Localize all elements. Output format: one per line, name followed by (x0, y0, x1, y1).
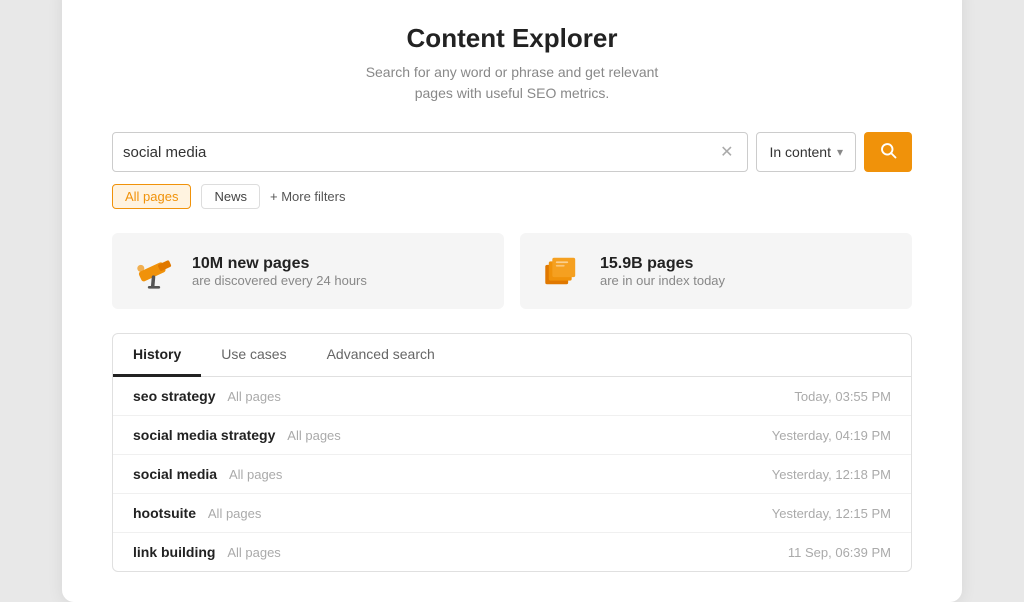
history-item[interactable]: social media All pages Yesterday, 12:18 … (113, 455, 911, 494)
telescope-icon (132, 249, 176, 293)
stat-index-pages: 15.9B pages are in our index today (520, 233, 912, 309)
search-icon (879, 141, 897, 164)
history-term: social media strategy (133, 427, 275, 443)
history-scope: All pages (208, 506, 261, 521)
history-scope: All pages (229, 467, 282, 482)
history-item[interactable]: seo strategy All pages Today, 03:55 PM (113, 377, 911, 416)
tabs-section: History Use cases Advanced search seo st… (112, 333, 912, 572)
stat-new-pages: 10M new pages are discovered every 24 ho… (112, 233, 504, 309)
history-list: seo strategy All pages Today, 03:55 PM s… (113, 377, 911, 571)
search-row: ✕ In content ▾ (112, 132, 912, 172)
history-term: social media (133, 466, 217, 482)
main-card: Content Explorer Search for any word or … (62, 0, 962, 602)
filter-all-pages[interactable]: All pages (112, 184, 191, 209)
history-item[interactable]: social media strategy All pages Yesterda… (113, 416, 911, 455)
tab-use-cases[interactable]: Use cases (201, 334, 306, 377)
tabs-header: History Use cases Advanced search (113, 334, 911, 377)
history-term: link building (133, 544, 215, 560)
clear-icon[interactable]: ✕ (716, 142, 737, 162)
history-item[interactable]: hootsuite All pages Yesterday, 12:15 PM (113, 494, 911, 533)
search-input[interactable] (123, 144, 716, 161)
filter-news[interactable]: News (201, 184, 260, 209)
chevron-down-icon: ▾ (837, 145, 843, 159)
filter-more-button[interactable]: + More filters (270, 189, 346, 204)
page-header: Content Explorer Search for any word or … (112, 23, 912, 104)
stat-index-pages-highlight: 15.9B pages (600, 255, 725, 273)
history-timestamp: Today, 03:55 PM (794, 389, 891, 404)
history-timestamp: Yesterday, 12:18 PM (772, 467, 891, 482)
history-timestamp: Yesterday, 12:15 PM (772, 506, 891, 521)
stat-new-pages-highlight: 10M new pages (192, 255, 367, 273)
search-box: ✕ (112, 132, 748, 172)
history-scope: All pages (227, 545, 280, 560)
history-timestamp: Yesterday, 04:19 PM (772, 428, 891, 443)
search-scope-label: In content (769, 144, 831, 160)
filter-row: All pages News + More filters (112, 184, 912, 209)
stat-index-pages-text: 15.9B pages are in our index today (600, 255, 725, 288)
tab-history[interactable]: History (113, 334, 201, 377)
stats-row: 10M new pages are discovered every 24 ho… (112, 233, 912, 309)
history-item[interactable]: link building All pages 11 Sep, 06:39 PM (113, 533, 911, 571)
page-subtitle: Search for any word or phrase and get re… (112, 62, 912, 104)
history-scope: All pages (227, 389, 280, 404)
stat-new-pages-desc: are discovered every 24 hours (192, 273, 367, 288)
stat-index-pages-desc: are in our index today (600, 273, 725, 288)
pages-stack-icon (540, 249, 584, 293)
history-term: seo strategy (133, 388, 215, 404)
stat-new-pages-text: 10M new pages are discovered every 24 ho… (192, 255, 367, 288)
page-title: Content Explorer (112, 23, 912, 54)
search-scope-dropdown[interactable]: In content ▾ (756, 132, 856, 172)
search-button[interactable] (864, 132, 912, 172)
tab-advanced-search[interactable]: Advanced search (307, 334, 455, 377)
history-timestamp: 11 Sep, 06:39 PM (788, 545, 891, 560)
history-scope: All pages (287, 428, 340, 443)
history-term: hootsuite (133, 505, 196, 521)
